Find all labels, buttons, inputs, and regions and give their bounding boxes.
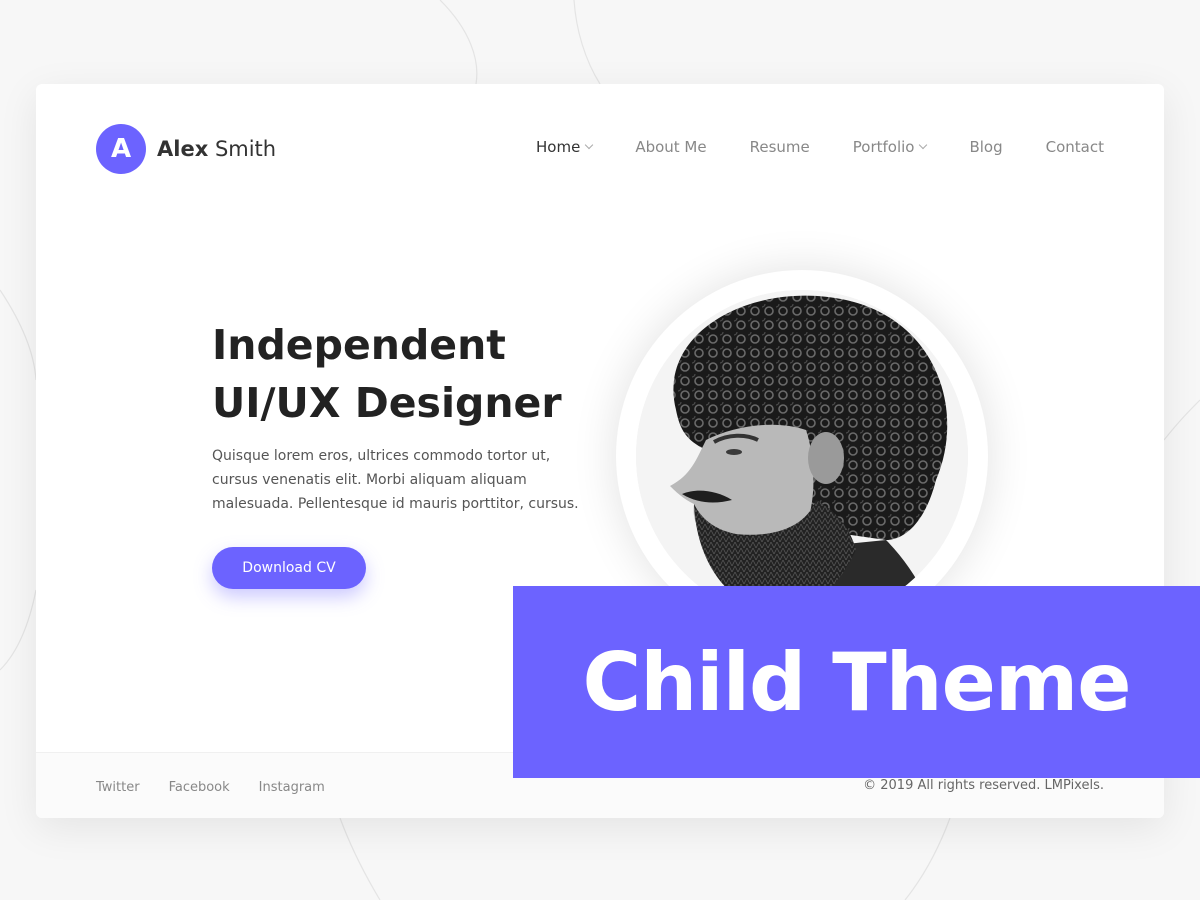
hero-description: Quisque lorem eros, ultrices commodo tor…	[212, 448, 579, 512]
social-link-instagram[interactable]: Instagram	[259, 780, 325, 795]
nav-item-label: About Me	[635, 138, 707, 156]
banner-text: Child Theme	[582, 635, 1131, 729]
download-cv-button[interactable]: Download CV	[212, 547, 366, 589]
nav-item-resume[interactable]: Resume	[750, 138, 810, 156]
main-nav: Home About Me Resume Portfolio Blog Cont…	[493, 138, 1104, 156]
social-link-facebook[interactable]: Facebook	[169, 780, 230, 795]
hero-title-line-1: Independent	[212, 321, 506, 369]
chevron-down-icon	[585, 140, 594, 150]
child-theme-banner: Child Theme	[513, 586, 1200, 778]
copyright-text: © 2019 All rights reserved. LMPixels.	[863, 778, 1104, 793]
nav-item-about-me[interactable]: About Me	[635, 138, 706, 156]
nav-item-blog[interactable]: Blog	[969, 138, 1002, 156]
social-link-twitter[interactable]: Twitter	[96, 780, 140, 795]
nav-item-label: Resume	[749, 138, 810, 156]
nav-item-label: Home	[536, 138, 581, 156]
chevron-down-icon	[919, 140, 928, 150]
nav-item-contact[interactable]: Contact	[1046, 138, 1104, 156]
logo-text: Alex Smith	[157, 137, 276, 161]
social-links: Twitter Facebook Instagram	[96, 780, 354, 795]
site-logo[interactable]: A Alex Smith	[96, 124, 276, 174]
nav-item-home[interactable]: Home	[536, 138, 594, 156]
hero-title: Independent UI/UX Designer	[212, 316, 562, 432]
profile-photo	[636, 290, 968, 622]
nav-item-label: Blog	[969, 138, 1003, 156]
logo-symbol: A	[96, 124, 146, 174]
nav-item-portfolio[interactable]: Portfolio	[852, 138, 928, 156]
nav-item-label: Contact	[1045, 138, 1104, 156]
portrait-illustration	[636, 290, 968, 622]
nav-item-label: Portfolio	[852, 138, 915, 156]
hero-title-line-2: UI/UX Designer	[212, 379, 562, 427]
logo-first-name: Alex	[157, 137, 209, 161]
logo-last-name: Smith	[214, 137, 277, 161]
